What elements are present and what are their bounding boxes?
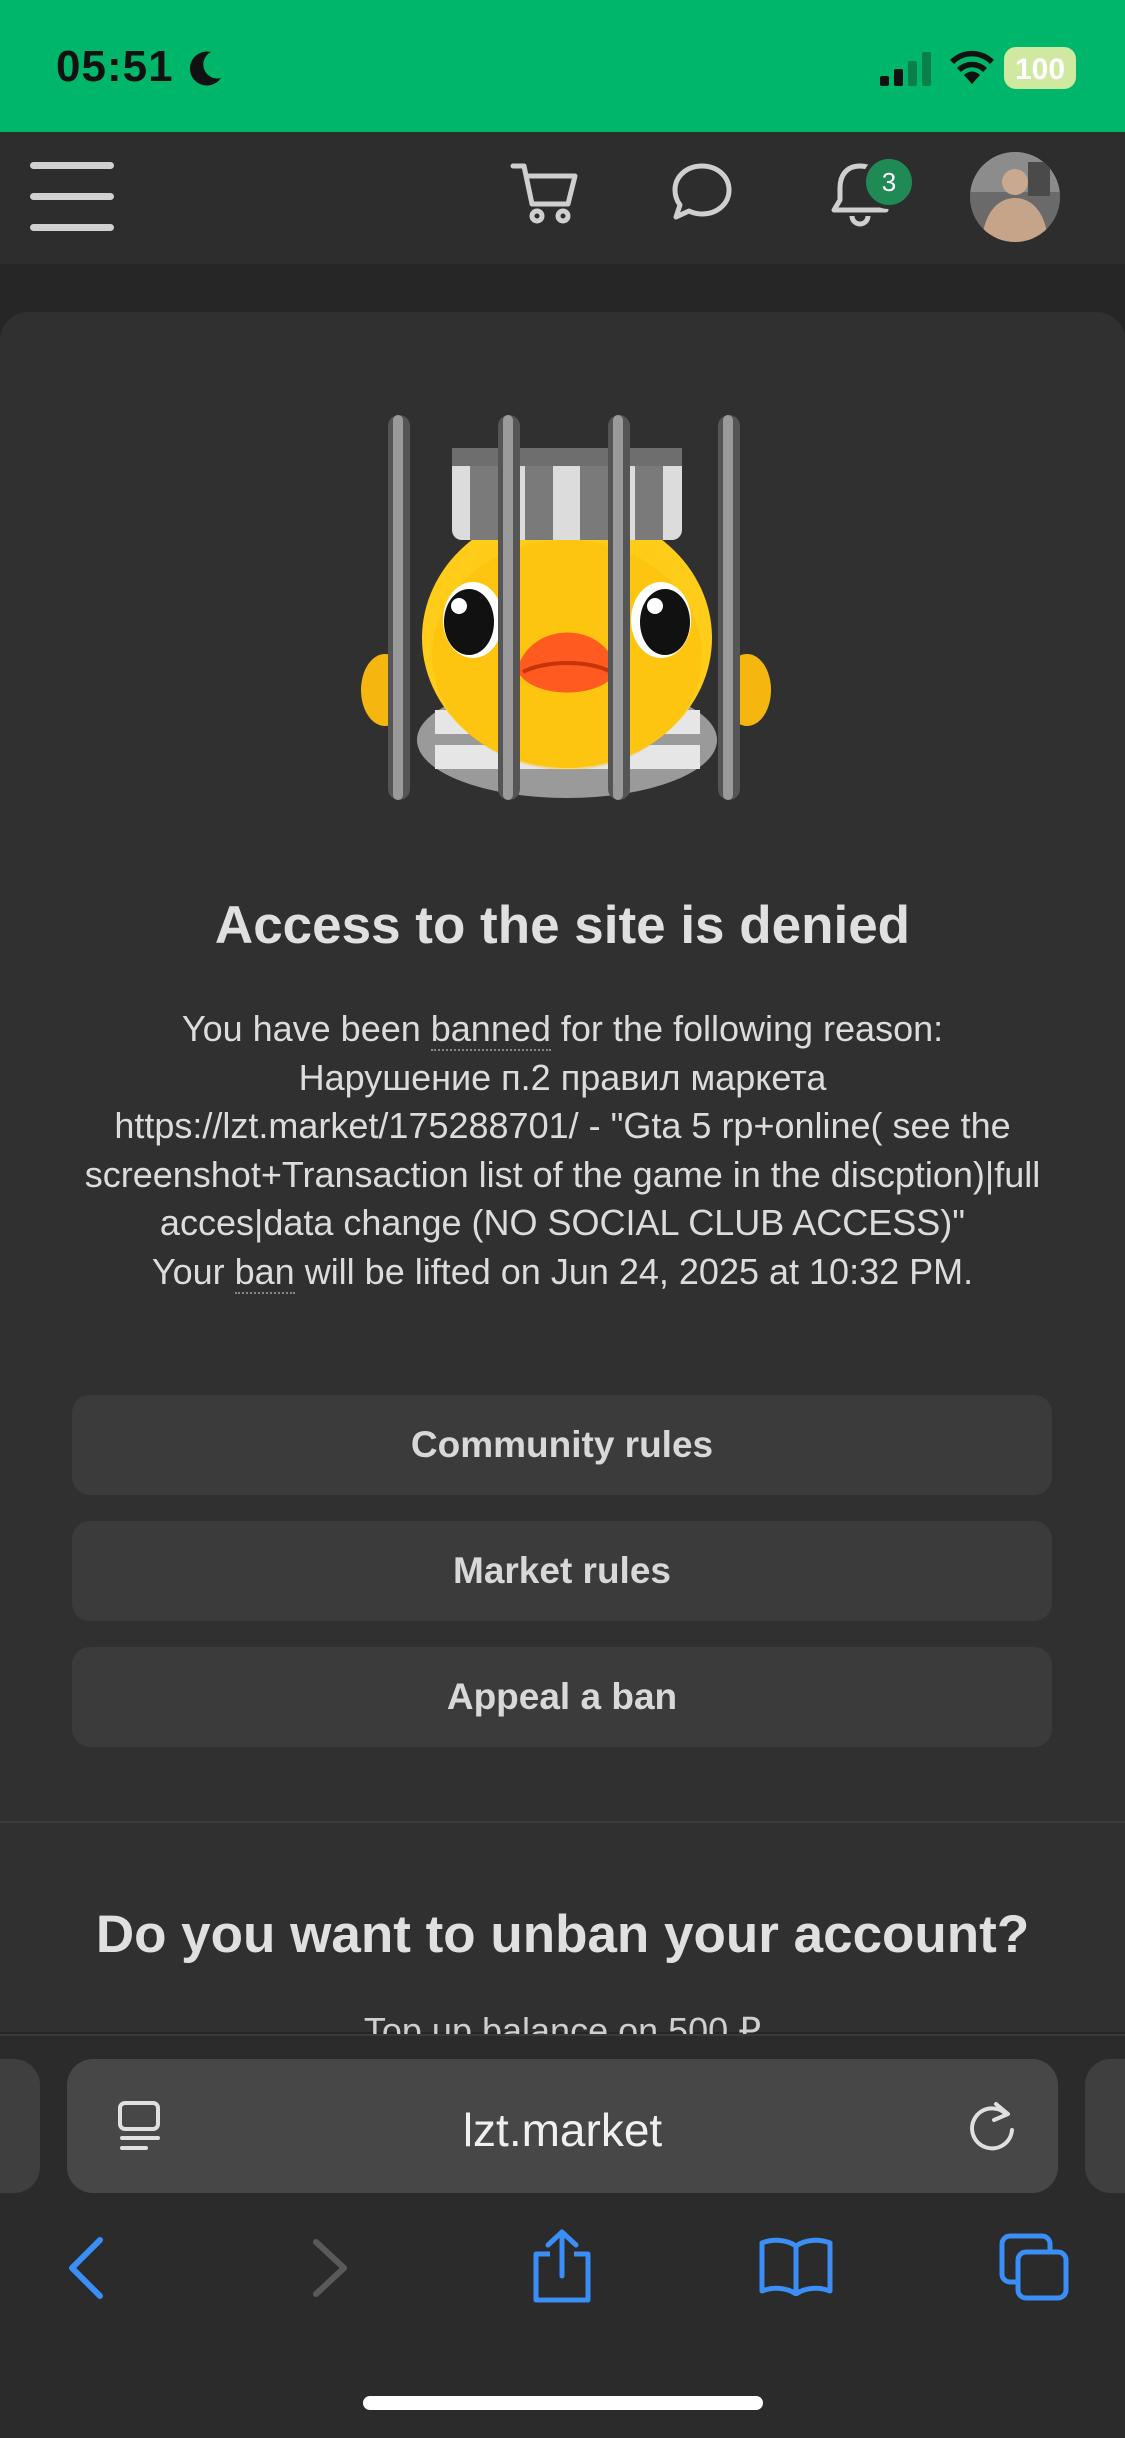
reason-line-listing: https://lzt.market/175288701/ - "Gta 5 r… xyxy=(84,1105,1041,1243)
notification-badge: 3 xyxy=(862,155,916,209)
status-bar: 05:51 100 xyxy=(0,0,1125,132)
bookmarks-icon[interactable] xyxy=(758,2236,834,2296)
notification-count: 3 xyxy=(881,167,897,197)
community-rules-button[interactable]: Community rules xyxy=(72,1395,1052,1495)
home-indicator xyxy=(363,2396,763,2410)
tabs-icon[interactable] xyxy=(998,2232,1070,2302)
topup-clip: Top up balance on 500 ₽ xyxy=(0,2010,1125,2034)
status-time: 05:51 xyxy=(56,42,174,91)
ban-link[interactable]: ban xyxy=(234,1250,295,1294)
share-icon[interactable] xyxy=(530,2228,594,2304)
unban-heading: Do you want to unban your account? xyxy=(95,1905,1030,1964)
reason-suffix: for the following reason: xyxy=(550,1008,944,1049)
lift-prefix: Your xyxy=(151,1250,235,1292)
reload-icon[interactable] xyxy=(966,2098,1018,2154)
reason-line-rule: Нарушение п.2 правил маркета xyxy=(298,1056,827,1098)
jailed-duck-illustration xyxy=(361,415,771,800)
page-title: Access to the site is denied xyxy=(214,896,911,955)
chat-icon[interactable] xyxy=(670,160,734,224)
forward-icon[interactable] xyxy=(310,2238,350,2298)
avatar[interactable] xyxy=(970,152,1060,242)
cart-icon[interactable] xyxy=(510,158,580,228)
appeal-ban-button[interactable]: Appeal a ban xyxy=(72,1647,1052,1747)
battery-indicator: 100 xyxy=(1004,47,1076,89)
section-divider xyxy=(0,1821,1125,1823)
back-icon[interactable] xyxy=(66,2236,106,2300)
avatar-image xyxy=(970,152,1060,242)
topup-text: Top up balance on 500 ₽ xyxy=(363,2010,762,2034)
hamburger-menu-icon[interactable] xyxy=(28,160,116,234)
lift-suffix: will be lifted on Jun 24, 2025 at 10:32 … xyxy=(294,1250,974,1292)
wifi-icon xyxy=(950,50,994,84)
banned-link[interactable]: banned xyxy=(430,1008,551,1051)
market-rules-button[interactable]: Market rules xyxy=(72,1521,1052,1621)
url-text[interactable]: lzt.market xyxy=(0,2103,1125,2157)
cellular-signal-icon xyxy=(880,52,931,86)
battery-level: 100 xyxy=(1014,53,1066,86)
moon-icon xyxy=(189,51,221,86)
reason-prefix: You have been xyxy=(181,1008,431,1049)
ban-reason: You have been banned for the following r… xyxy=(60,1005,1065,1296)
